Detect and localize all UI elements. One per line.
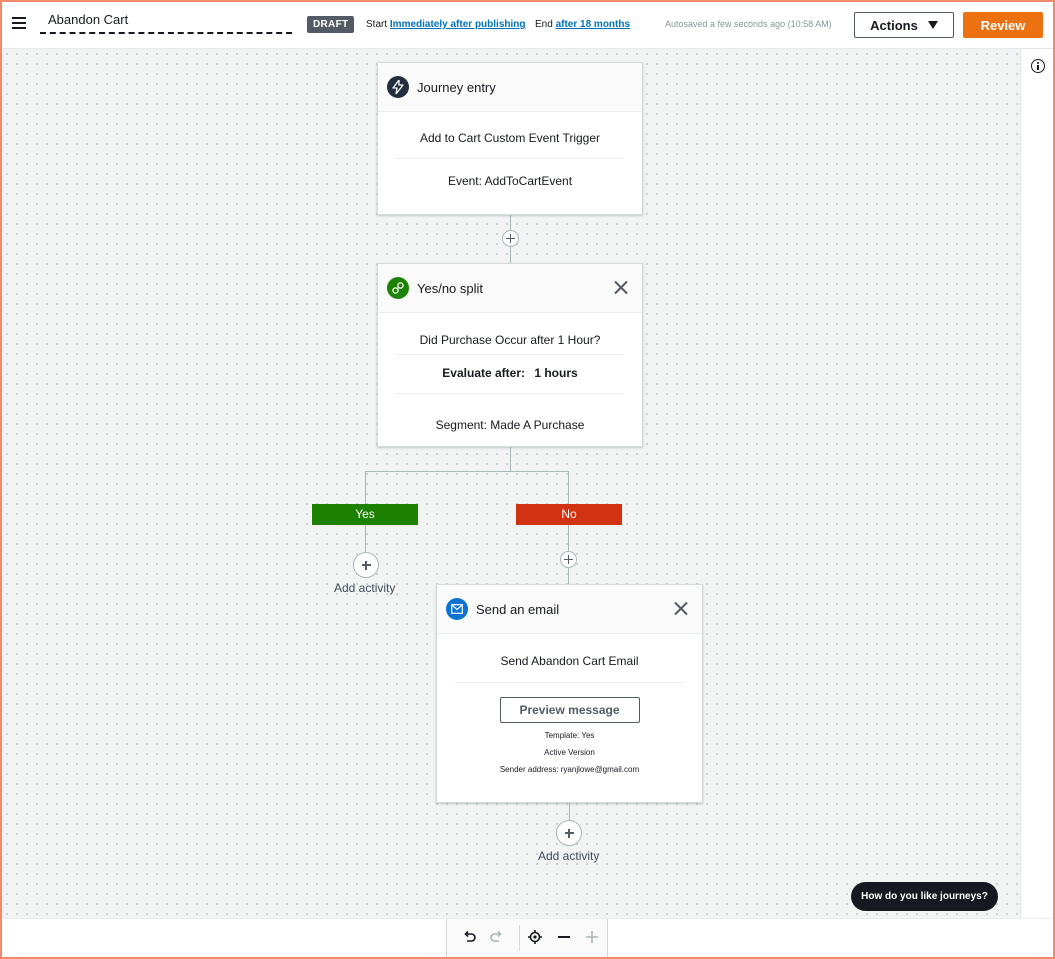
add-activity-plus-button[interactable] <box>502 230 519 247</box>
envelope-icon <box>446 598 468 620</box>
card-title: Send an email <box>476 601 560 617</box>
add-activity-plus-button[interactable] <box>560 551 577 568</box>
toolbar-separator <box>519 925 520 951</box>
status-badge: DRAFT <box>307 16 355 33</box>
card-title: Yes/no split <box>417 280 484 296</box>
end-schedule: End after 18 months <box>535 19 630 30</box>
evaluate-label: Evaluate after: <box>442 366 525 380</box>
preview-message-button[interactable]: Preview message <box>499 697 640 723</box>
journey-entry-card[interactable]: Journey entry Add to Cart Custom Event T… <box>377 62 643 215</box>
redo-icon[interactable] <box>488 929 504 945</box>
event-name: Event: AddToCartEvent <box>447 174 573 188</box>
send-email-card[interactable]: Send an email Send Abandon Cart Email Pr… <box>436 584 703 803</box>
zoom-in-icon[interactable] <box>584 929 600 945</box>
segment-name: Segment: Made A Purchase <box>435 418 585 432</box>
add-activity-plus-button[interactable] <box>353 552 379 578</box>
right-rail <box>1020 49 1053 918</box>
close-icon[interactable] <box>674 601 688 615</box>
yes-branch-label: Yes <box>312 504 418 525</box>
trigger-name: Add to Cart Custom Event Trigger <box>419 131 601 145</box>
recenter-icon[interactable] <box>527 929 543 945</box>
connector-line <box>365 471 569 472</box>
caret-down-icon <box>927 21 938 29</box>
email-activity-name: Send Abandon Cart Email <box>500 654 639 668</box>
review-button[interactable]: Review <box>963 12 1043 38</box>
evaluate-value: 1 hours <box>534 366 578 380</box>
actions-button[interactable]: Actions <box>854 12 954 38</box>
close-icon[interactable] <box>614 280 628 294</box>
undo-icon[interactable] <box>462 929 478 945</box>
add-activity-plus-button[interactable] <box>556 820 582 846</box>
card-title: Journey entry <box>417 79 496 95</box>
start-schedule: Start Immediately after publishing <box>366 19 526 30</box>
journey-name-input[interactable]: Abandon Cart <box>40 10 292 34</box>
end-link[interactable]: after 18 months <box>556 19 630 30</box>
connector-line <box>510 446 511 472</box>
card-header: Journey entry <box>378 63 642 112</box>
journey-header: Abandon Cart DRAFT Start Immediately aft… <box>0 0 1055 49</box>
start-label: Start <box>366 19 388 30</box>
autosave-status: Autosaved a few seconds ago (10:58 AM) <box>665 19 832 29</box>
version-info: Active Version <box>544 748 595 757</box>
info-icon[interactable] <box>1031 59 1045 73</box>
end-label: End <box>535 19 553 30</box>
zoom-out-icon[interactable] <box>556 929 572 945</box>
feedback-button[interactable]: How do you like journeys? <box>851 882 998 911</box>
add-activity-link[interactable]: Add activity <box>538 849 599 863</box>
yes-no-split-card[interactable]: Yes/no split Did Purchase Occur after 1 … <box>377 263 643 447</box>
hamburger-icon[interactable] <box>12 17 26 29</box>
split-icon <box>387 277 409 299</box>
actions-label: Actions <box>870 17 918 33</box>
sender-info: Sender address: ryanjlowe@gmail.com <box>499 765 640 774</box>
evaluate-row: Evaluate after: 1 hours <box>396 355 624 393</box>
card-header: Yes/no split <box>378 264 642 313</box>
card-header: Send an email <box>437 585 702 634</box>
start-link[interactable]: Immediately after publishing <box>390 19 526 30</box>
split-question: Did Purchase Occur after 1 Hour? <box>419 333 601 347</box>
no-branch-label: No <box>516 504 622 525</box>
lightning-icon <box>387 76 409 98</box>
template-info: Template: Yes <box>544 731 595 740</box>
add-activity-link[interactable]: Add activity <box>334 581 395 595</box>
preview-wrap: Preview message <box>437 683 702 723</box>
